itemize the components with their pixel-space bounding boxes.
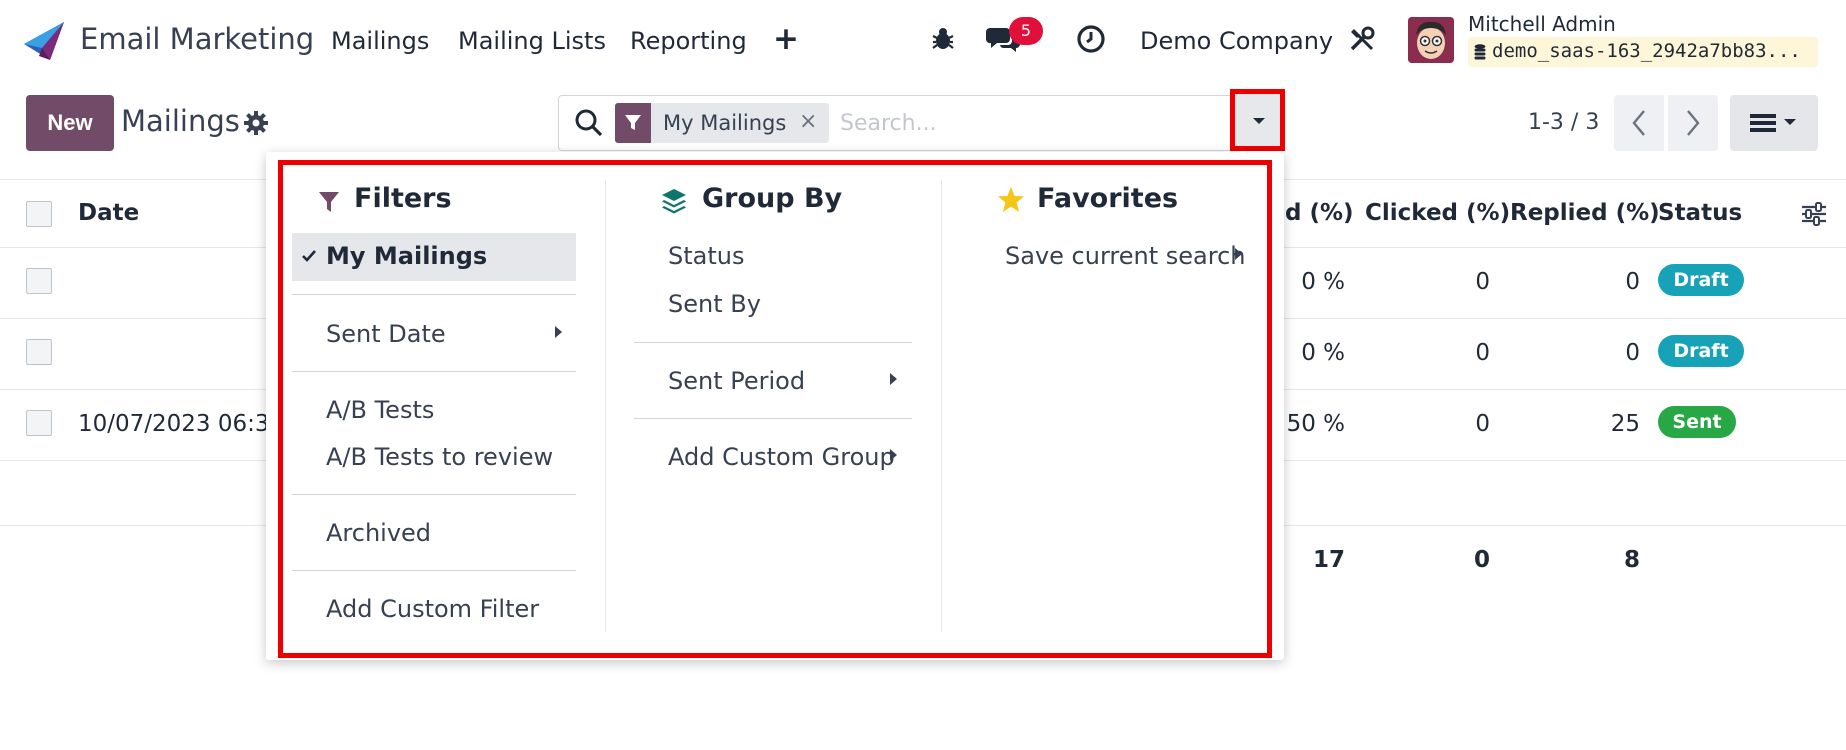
filter-icon [615, 103, 651, 143]
app-name[interactable]: Email Marketing [80, 22, 314, 56]
tools-icon[interactable] [1343, 20, 1381, 58]
row-replied: 25 [1610, 411, 1640, 437]
row-opened: 0 % [1301, 340, 1345, 366]
row-clicked: 0 [1475, 411, 1490, 437]
chevron-right-icon [1687, 110, 1700, 136]
database-icon [1474, 44, 1486, 60]
total-clicked: 0 [1473, 547, 1490, 573]
row-checkbox[interactable] [26, 339, 52, 365]
messages-count-badge: 5 [1009, 17, 1043, 45]
search-facet-my-mailings: My Mailings × [615, 103, 829, 143]
highlight-box-toggle [1230, 89, 1285, 151]
row-date[interactable]: 10/07/2023 06:38 [78, 411, 284, 437]
database-label: demo_saas-163_2942a7bb83... [1492, 40, 1801, 62]
column-header-clicked[interactable]: Clicked (%) [1365, 200, 1510, 226]
pager-value[interactable]: 1-3 / 3 [1528, 110, 1599, 135]
search-input[interactable] [840, 107, 1220, 139]
email-marketing-logo[interactable] [22, 18, 66, 62]
column-header-status[interactable]: Status [1658, 200, 1742, 226]
view-switcher-button[interactable] [1730, 95, 1818, 151]
chevron-left-icon [1632, 110, 1645, 136]
row-clicked: 0 [1475, 269, 1490, 295]
facet-remove-button[interactable]: × [799, 109, 817, 134]
new-button[interactable]: New [26, 95, 114, 151]
highlight-box-dropdown [278, 160, 1272, 658]
row-replied: 0 [1625, 269, 1640, 295]
clock-icon[interactable] [1072, 20, 1110, 58]
pager-next[interactable] [1668, 95, 1718, 151]
row-opened: 50 % [1286, 411, 1345, 437]
gear-icon[interactable] [243, 110, 269, 136]
avatar[interactable] [1408, 17, 1454, 63]
company-switcher[interactable]: Demo Company [1140, 27, 1333, 55]
status-badge: Draft [1658, 264, 1744, 296]
top-navbar: Email Marketing Mailings Mailing Lists R… [0, 0, 1846, 80]
total-opened: 17 [1312, 547, 1345, 573]
row-opened: 0 % [1301, 269, 1345, 295]
column-header-opened[interactable]: d (%) [1285, 200, 1354, 226]
column-header-date[interactable]: Date [78, 200, 139, 226]
row-checkbox[interactable] [26, 410, 52, 436]
page-title: Mailings [121, 104, 240, 138]
menu-mailing-lists[interactable]: Mailing Lists [458, 27, 606, 55]
row-clicked: 0 [1475, 340, 1490, 366]
plus-icon[interactable]: + [773, 21, 799, 57]
optional-columns-icon[interactable] [1800, 200, 1828, 228]
status-badge: Sent [1658, 406, 1736, 438]
list-view-icon [1750, 114, 1796, 132]
menu-mailings[interactable]: Mailings [331, 27, 429, 55]
menu-reporting[interactable]: Reporting [630, 27, 747, 55]
database-name: demo_saas-163_2942a7bb83... [1468, 37, 1818, 67]
user-name[interactable]: Mitchell Admin [1468, 12, 1616, 36]
row-replied: 0 [1625, 340, 1640, 366]
facet-label: My Mailings [663, 111, 787, 135]
search-icon [575, 109, 603, 137]
total-replied: 8 [1623, 547, 1640, 573]
row-checkbox[interactable] [26, 268, 52, 294]
column-header-replied[interactable]: Replied (%) [1510, 200, 1660, 226]
pager-previous[interactable] [1614, 95, 1664, 151]
status-badge: Draft [1658, 335, 1744, 367]
select-all-checkbox[interactable] [26, 201, 52, 227]
bug-icon[interactable] [924, 20, 962, 58]
